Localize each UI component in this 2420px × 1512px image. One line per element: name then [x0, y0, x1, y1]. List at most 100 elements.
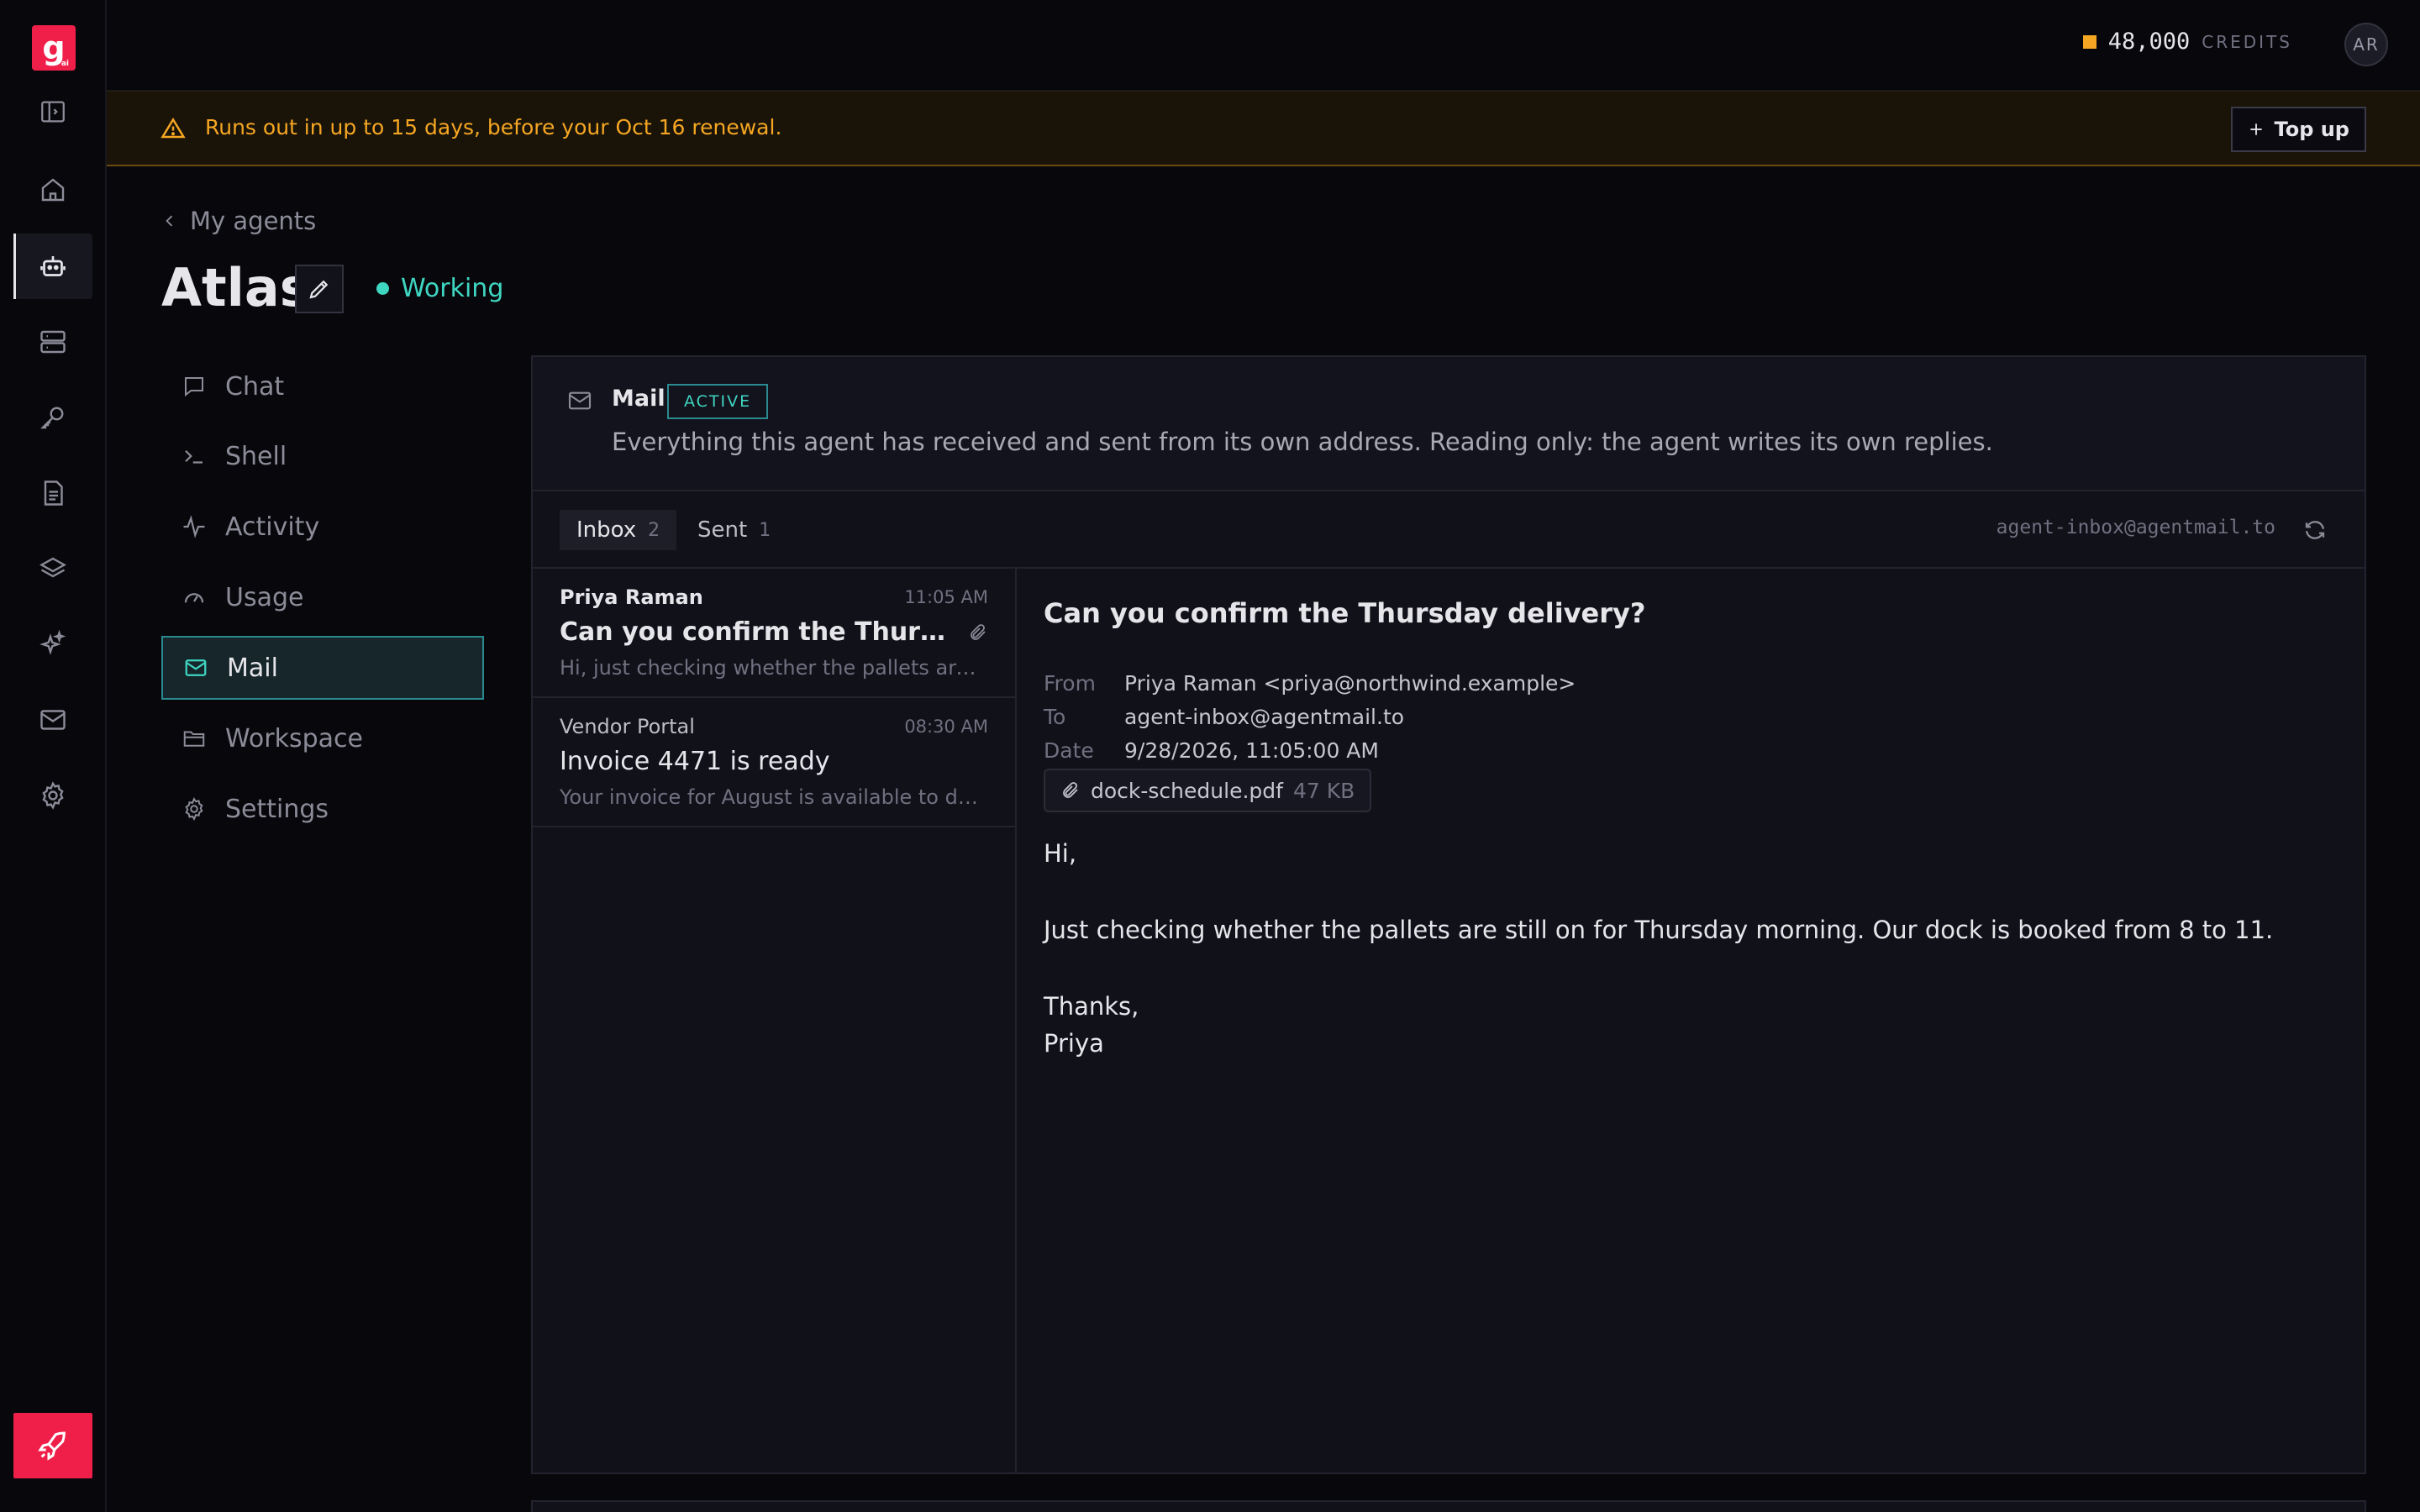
- warning-triangle-icon: [160, 116, 186, 141]
- tab-sent[interactable]: Sent 1: [681, 510, 787, 550]
- agent-status: Working: [376, 274, 503, 303]
- message-preview: Your invoice for August is available to …: [560, 785, 988, 809]
- nav-item-shell[interactable]: Shell: [161, 424, 484, 488]
- message-sender: Vendor Portal: [560, 715, 695, 738]
- message-body-line: Thanks,: [1044, 992, 1139, 1021]
- user-avatar[interactable]: AR: [2344, 23, 2388, 66]
- app-logo[interactable]: g ai: [32, 25, 76, 71]
- rail-mail-button[interactable]: [13, 687, 92, 753]
- status-label: Working: [401, 274, 504, 303]
- mail-tabs-row: Inbox 2 Sent 1 agent-inbox@agentmail.to: [533, 491, 2365, 569]
- attachment-name: dock-schedule.pdf: [1091, 778, 1283, 803]
- message-reader: Can you confirm the Thursday delivery? F…: [1017, 569, 2365, 1473]
- rail-servers-button[interactable]: [13, 309, 92, 375]
- edit-name-button[interactable]: [295, 265, 344, 313]
- next-panel-edge: [531, 1500, 2366, 1512]
- tab-count: 2: [648, 519, 660, 541]
- top-up-label: Top up: [2274, 118, 2349, 141]
- paperclip-icon: [968, 622, 988, 643]
- renewal-warning-banner: Runs out in up to 15 days, before your O…: [107, 91, 2420, 166]
- refresh-button[interactable]: [2302, 517, 2328, 543]
- nav-item-label: Mail: [227, 653, 278, 683]
- message-sender: Priya Raman: [560, 585, 703, 609]
- pencil-icon: [309, 280, 329, 299]
- server-icon: [40, 330, 66, 354]
- sidebar-toggle-button[interactable]: [13, 79, 92, 144]
- tab-label: Inbox: [576, 517, 637, 543]
- message-time: 11:05 AM: [904, 587, 988, 607]
- tab-label: Sent: [697, 517, 748, 543]
- date-label: Date: [1044, 738, 1094, 763]
- nav-item-label: Shell: [225, 441, 287, 471]
- message-body-line: Just checking whether the pallets are st…: [1044, 916, 2274, 944]
- mail-icon: [566, 387, 593, 414]
- sparkles-icon: [39, 629, 66, 655]
- nav-item-mail[interactable]: Mail: [161, 636, 484, 700]
- mail-panel-description: Everything this agent has received and s…: [612, 428, 1993, 456]
- agent-email-address[interactable]: agent-inbox@agentmail.to: [1996, 517, 2275, 538]
- terminal-icon: [182, 444, 207, 469]
- folder-icon: [182, 726, 207, 751]
- message-time: 08:30 AM: [904, 717, 988, 737]
- message-subject: Invoice 4471 is ready: [560, 747, 830, 776]
- rail-home-button[interactable]: [13, 157, 92, 223]
- banner-message: Runs out in up to 15 days, before your O…: [205, 115, 782, 139]
- list-item[interactable]: Vendor Portal 08:30 AM Invoice 4471 is r…: [533, 698, 1015, 827]
- tab-count: 1: [759, 519, 771, 541]
- nav-item-label: Activity: [225, 512, 320, 542]
- nav-item-label: Usage: [225, 582, 304, 612]
- breadcrumb[interactable]: My agents: [161, 207, 316, 235]
- sidebar-toggle-icon: [41, 101, 65, 123]
- to-label: To: [1044, 705, 1066, 729]
- list-item[interactable]: Priya Raman 11:05 AM Can you confirm the…: [533, 569, 1015, 698]
- page-title: Atlas: [161, 257, 311, 318]
- rocket-icon: [38, 1431, 66, 1461]
- breadcrumb-label: My agents: [190, 207, 317, 235]
- logo-sub: ai: [60, 60, 69, 68]
- date-value: 9/28/2026, 11:05:00 AM: [1124, 738, 1379, 763]
- gear-icon: [182, 796, 207, 822]
- mail-panel: Mail ACTIVE Everything this agent has re…: [531, 355, 2366, 1474]
- mail-icon: [40, 710, 66, 730]
- nav-item-activity[interactable]: Activity: [161, 495, 484, 559]
- credits-amount: 48,000: [2107, 29, 2191, 55]
- key-icon: [40, 407, 64, 429]
- chat-icon: [182, 374, 207, 399]
- chevron-left-icon: [166, 215, 173, 227]
- rail-layers-button[interactable]: [13, 536, 92, 601]
- message-body-line: Priya: [1044, 1029, 1104, 1058]
- message-body-line: Hi,: [1044, 839, 1077, 868]
- from-value: Priya Raman <priya@northwind.example>: [1124, 671, 1576, 696]
- tab-inbox[interactable]: Inbox 2: [560, 510, 677, 550]
- robot-icon: [40, 256, 66, 276]
- launch-button[interactable]: [13, 1413, 92, 1478]
- icon-rail: g ai: [0, 0, 107, 1512]
- top-up-button[interactable]: Top up: [2230, 107, 2366, 152]
- rail-agents-button[interactable]: [13, 234, 92, 299]
- rail-keys-button[interactable]: [13, 385, 92, 450]
- credits-label: CREDITS: [2202, 31, 2292, 52]
- message-preview: Hi, just checking whether the pallets ar…: [560, 656, 988, 680]
- message-subject: Can you confirm the Thursday delivery?: [560, 617, 955, 647]
- credits-icon: [2082, 34, 2096, 49]
- nav-item-usage[interactable]: Usage: [161, 565, 484, 629]
- nav-item-workspace[interactable]: Workspace: [161, 706, 484, 770]
- activity-icon: [182, 514, 207, 539]
- rail-settings-button[interactable]: [13, 763, 92, 828]
- document-icon: [44, 480, 63, 506]
- nav-item-label: Chat: [225, 371, 285, 402]
- status-dot: [376, 282, 389, 295]
- message-list: Priya Raman 11:05 AM Can you confirm the…: [533, 569, 1017, 1473]
- gauge-icon: [182, 585, 207, 610]
- to-value: agent-inbox@agentmail.to: [1124, 705, 1405, 729]
- credits-display[interactable]: 48,000 CREDITS: [2082, 29, 2292, 55]
- mail-icon: [183, 655, 208, 680]
- nav-item-settings[interactable]: Settings: [161, 777, 484, 841]
- nav-item-chat[interactable]: Chat: [161, 354, 484, 418]
- attachment-chip[interactable]: dock-schedule.pdf 47 KB: [1044, 769, 1372, 812]
- mail-panel-title: Mail: [612, 386, 666, 412]
- status-badge: ACTIVE: [667, 384, 769, 419]
- nav-item-label: Settings: [225, 794, 329, 824]
- rail-docs-button[interactable]: [13, 460, 92, 526]
- rail-skills-button[interactable]: [13, 612, 92, 677]
